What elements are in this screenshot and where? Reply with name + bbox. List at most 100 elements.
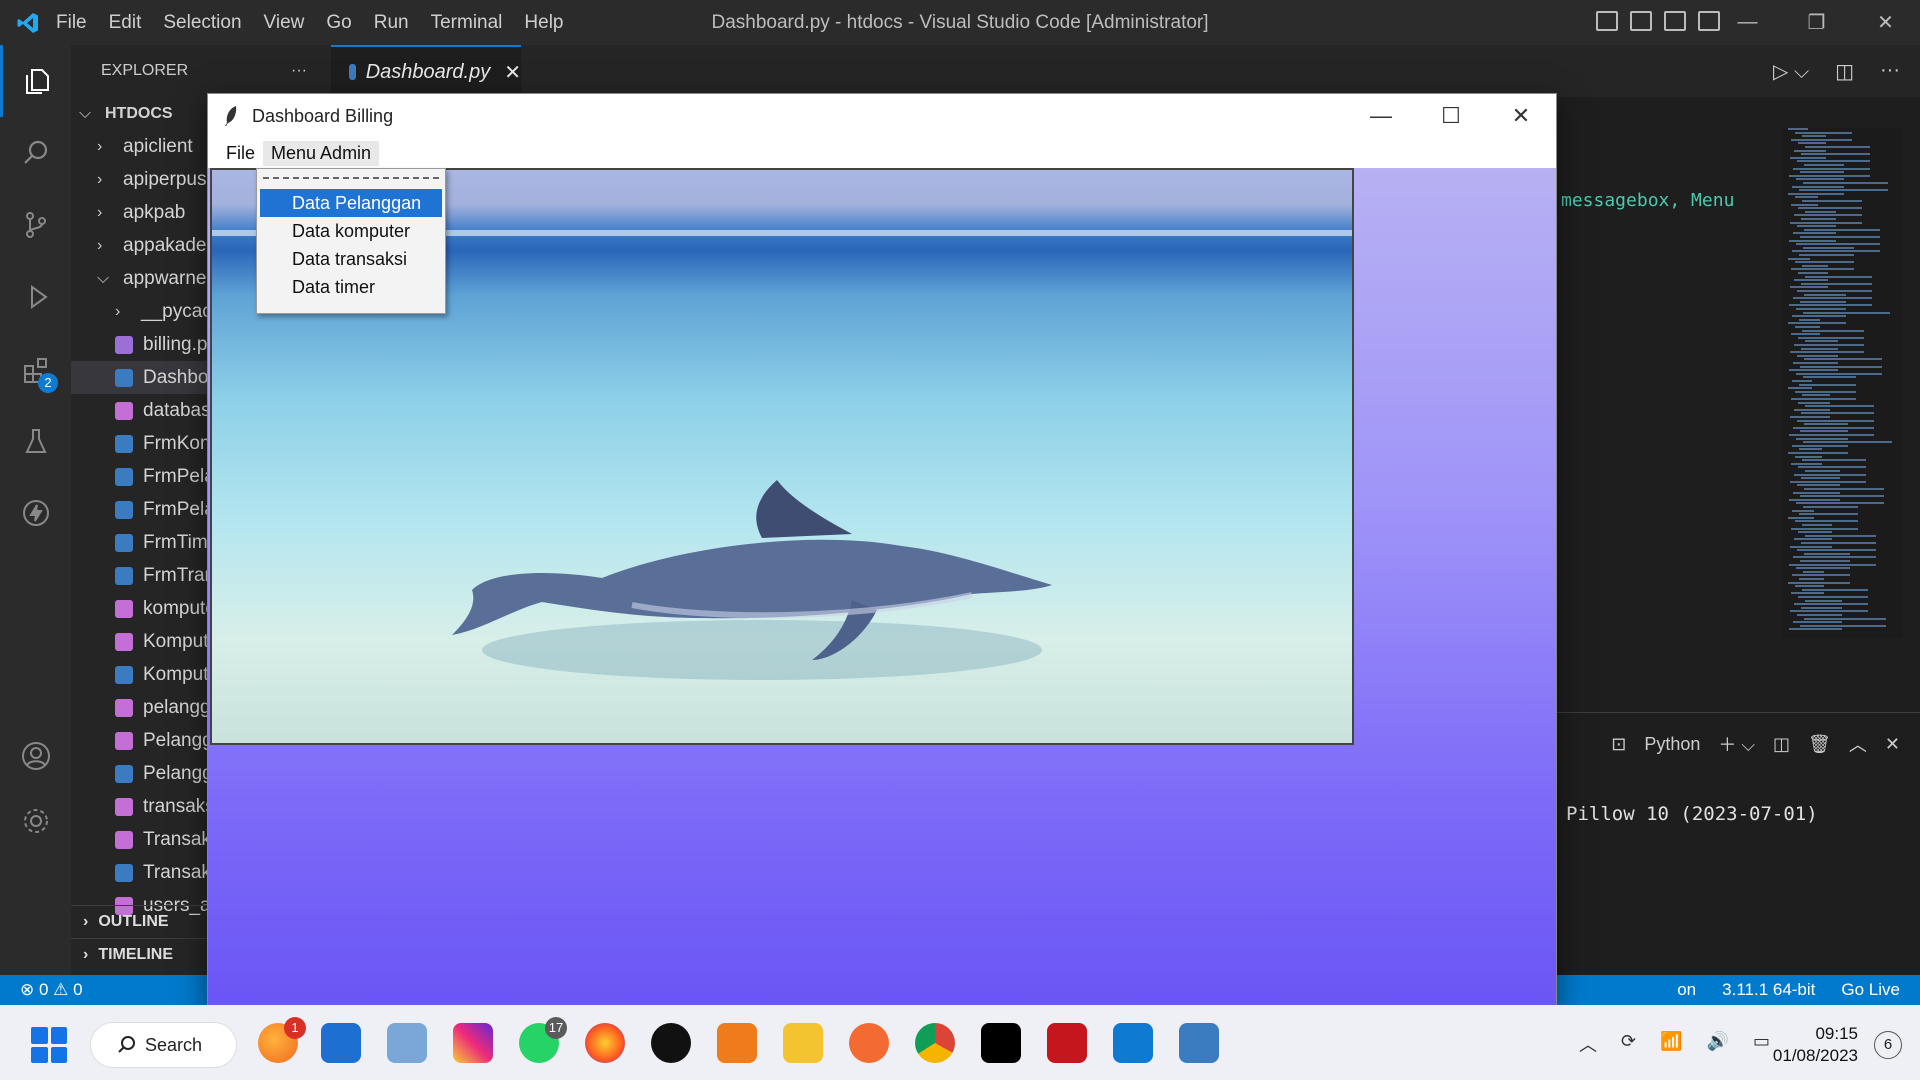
tk-menu-file[interactable]: File [218,141,263,166]
toggle-sidebar-icon[interactable] [1596,11,1618,31]
vscode-taskbar-icon[interactable] [1113,1023,1153,1063]
whatsapp-icon[interactable]: 17 [519,1017,567,1063]
wifi-icon[interactable]: 📶 [1660,1031,1682,1057]
notification-badge[interactable]: 6 [1874,1031,1902,1059]
file-explorer-icon[interactable] [783,1023,823,1063]
explorer-icon[interactable] [0,45,71,117]
dropdown-item-data-transaksi[interactable]: Data transaksi [260,245,442,273]
problems-status[interactable]: ⊗ 0 ⚠ 0 [0,980,83,1000]
minimize-button[interactable]: — [1713,0,1782,45]
new-terminal-icon[interactable]: ＋ ⌵ [1718,731,1755,757]
run-python-icon[interactable]: ▷ ⌵ [1773,59,1809,84]
tab-dashboard-py[interactable]: Dashboard.py ✕ [331,45,521,97]
dropdown-item-data-timer[interactable]: Data timer [260,273,442,301]
terminal-profile[interactable]: Python [1644,734,1700,755]
status-item[interactable]: on [1677,980,1696,1000]
taskbar-clock[interactable]: 09:15 01/08/2023 [1773,1023,1858,1067]
xampp-icon[interactable] [717,1023,757,1063]
battery-icon[interactable]: ▭ [1753,1031,1770,1057]
dropdown-items: Data Pelanggan Data komputer Data transaks… [257,189,445,301]
minimap-line [1795,455,1822,458]
minimap-line [1797,419,1874,422]
tree-item-label: apiperpus [123,168,207,190]
extensions-icon[interactable]: 2 [0,333,71,405]
drawing-app-icon[interactable] [849,1023,889,1063]
show-hidden-icons-icon[interactable]: ︿ [1579,1031,1597,1057]
minimap-line [1802,200,1862,202]
app-badge-count: 1 [284,1017,306,1039]
minimap-line [1804,552,1850,555]
kill-terminal-icon[interactable]: 🗑 [1808,734,1831,755]
dropdown-item-data-pelanggan[interactable]: Data Pelanggan [260,189,442,217]
menu-run[interactable]: Run [374,12,409,33]
status-item[interactable]: 3.11.1 64-bit [1722,980,1815,1000]
menu-help[interactable]: Help [524,12,563,33]
tk-menu-admin[interactable]: Menu Admin [263,140,380,166]
split-editor-icon[interactable]: ◫ [1835,59,1854,84]
netflix-icon[interactable] [981,1023,1021,1063]
tab-close-icon[interactable]: ✕ [504,60,521,85]
tk-close-button[interactable]: ✕ [1486,94,1556,138]
taskbar-search[interactable]: Search [91,1023,236,1067]
thunder-client-icon[interactable] [0,477,71,549]
more-actions-icon[interactable]: ··· [1880,59,1900,84]
tiktok-icon[interactable] [651,1023,691,1063]
instagram-icon[interactable] [453,1023,493,1063]
toggle-secondary-sidebar-icon[interactable] [1664,11,1686,31]
menu-terminal[interactable]: Terminal [431,12,503,33]
microsoft-store-icon[interactable] [321,1023,361,1063]
menu-edit[interactable]: Edit [109,12,142,33]
volume-icon[interactable]: 🔊 [1707,1031,1729,1057]
start-button[interactable] [31,1027,67,1063]
tk-maximize-button[interactable]: ☐ [1416,94,1486,138]
source-control-icon[interactable] [0,189,71,261]
minimap-line [1789,369,1838,372]
minimap[interactable] [1782,128,1902,638]
python-tk-taskbar-icon[interactable] [1179,1023,1219,1063]
minimap-line [1803,376,1856,379]
minimap-line [1797,160,1870,163]
tab-label: Dashboard.py [365,60,491,83]
py-file-icon [115,863,133,882]
minimap-line [1794,473,1866,476]
minimap-line [1805,146,1870,148]
network-app-icon[interactable] [387,1023,427,1063]
restore-button[interactable]: ❐ [1782,0,1851,45]
toggle-panel-icon[interactable] [1630,11,1652,31]
maximize-panel-icon[interactable]: ︿ [1849,731,1867,757]
tree-item-label: apiclient [123,135,193,157]
minimap-line [1805,405,1874,408]
chrome-icon[interactable] [915,1023,955,1063]
menu-go[interactable]: Go [326,12,351,33]
close-button[interactable]: ✕ [1851,0,1920,45]
minimap-line [1793,556,1876,559]
search-icon[interactable] [0,117,71,189]
menu-file[interactable]: File [56,12,87,33]
run-debug-icon[interactable] [0,261,71,333]
sync-icon[interactable]: ⟳ [1621,1031,1636,1057]
minimap-line [1792,250,1880,253]
tearoff-line[interactable] [263,177,439,183]
accounts-icon[interactable] [0,720,71,792]
menu-view[interactable]: View [264,12,305,33]
menu-selection[interactable]: Selection [163,12,241,33]
status-item[interactable]: Go Live [1841,980,1900,1000]
tk-minimize-button[interactable]: — [1346,94,1416,138]
close-panel-icon[interactable]: ✕ [1885,734,1900,755]
explorer-more-icon[interactable]: ··· [291,62,307,80]
minimap-line [1799,254,1854,256]
taskbar-app-orange-icon[interactable]: 1 [258,1017,306,1063]
dropdown-item-data-komputer[interactable]: Data komputer [260,217,442,245]
screen-recorder-icon[interactable] [1047,1023,1087,1063]
py-file-icon [115,764,133,783]
testing-icon[interactable] [0,405,71,477]
chevron-right-icon: › [97,236,103,254]
explorer-header: EXPLORER ··· [71,45,331,97]
split-terminal-icon[interactable]: ◫ [1773,734,1790,755]
settings-gear-icon[interactable] [0,785,71,857]
minimap-line [1790,480,1866,483]
py-file-icon [115,500,133,519]
minimap-line [1800,624,1886,627]
search-glass-icon [118,1036,135,1053]
firefox-icon[interactable] [585,1023,625,1063]
